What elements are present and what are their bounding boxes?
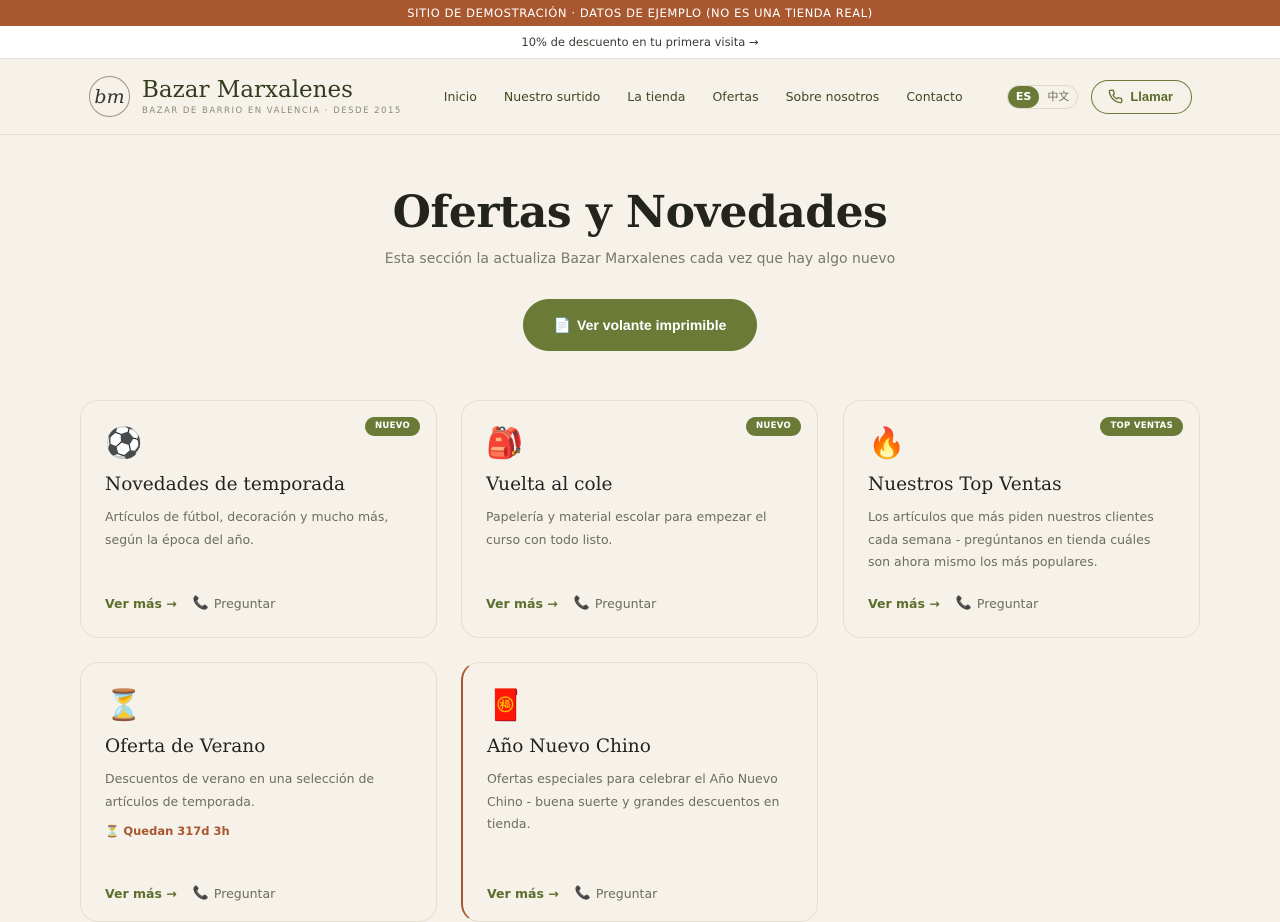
- offer-card-chinese-new-year[interactable]: 🧧 Año Nuevo Chino Ofertas especiales par…: [461, 662, 818, 922]
- phone-icon: 📞: [192, 596, 209, 611]
- phone-icon: 📞: [573, 596, 590, 611]
- ask-button[interactable]: 📞 Preguntar: [575, 886, 658, 901]
- card-actions: Ver más → 📞 Preguntar: [105, 596, 275, 611]
- phone-icon: 📞: [574, 886, 591, 901]
- page-title: Ofertas y Novedades: [392, 187, 888, 238]
- offer-card-top-sales[interactable]: TOP VENTAS 🔥 Nuestros Top Ventas Los art…: [843, 400, 1200, 638]
- ask-label: Preguntar: [976, 596, 1039, 611]
- call-button[interactable]: Llamar: [1091, 79, 1192, 114]
- card-title: Oferta de Verano: [105, 736, 266, 757]
- phone-icon: 📞: [192, 886, 209, 901]
- offer-card-back-to-school[interactable]: NUEVO 🎒 Vuelta al cole Papelería y mater…: [461, 400, 818, 638]
- badge-top-sales: TOP VENTAS: [1100, 417, 1183, 436]
- hourglass-icon: ⏳: [105, 688, 143, 723]
- card-title: Novedades de temporada: [105, 474, 346, 495]
- card-title: Nuestros Top Ventas: [868, 474, 1062, 495]
- see-more-link[interactable]: Ver más →: [105, 886, 177, 901]
- nav-ofertas[interactable]: Ofertas: [712, 89, 758, 104]
- ask-label: Preguntar: [595, 886, 658, 901]
- promo-banner[interactable]: 10% de descuento en tu primera visita →: [0, 26, 1280, 59]
- see-more-link[interactable]: Ver más →: [868, 596, 940, 611]
- demo-banner: SITIO DE DEMOSTRACIÓN · DATOS DE EJEMPLO…: [0, 0, 1280, 26]
- lang-zh[interactable]: 中文: [1039, 86, 1077, 108]
- phone-icon: 📞: [955, 596, 972, 611]
- page-subtitle: Esta sección la actualiza Bazar Marxalen…: [384, 251, 896, 267]
- flyer-label: Ver volante imprimible: [577, 317, 727, 333]
- see-more-link[interactable]: Ver más →: [487, 886, 559, 901]
- logo[interactable]: bm Bazar Marxalenes BAZAR DE BARRIO EN V…: [89, 76, 402, 117]
- card-actions: Ver más → 📞 Preguntar: [105, 886, 275, 901]
- card-description: Papelería y material escolar para empeza…: [486, 509, 767, 547]
- countdown-timer: ⏳ Quedan 317d 3h: [105, 824, 230, 838]
- see-more-link[interactable]: Ver más →: [105, 596, 177, 611]
- nav-inicio[interactable]: Inicio: [444, 89, 477, 104]
- main-nav: Inicio Nuestro surtido La tienda Ofertas…: [444, 89, 963, 104]
- offer-card-season[interactable]: NUEVO ⚽ Novedades de temporada Artículos…: [80, 400, 437, 638]
- offer-card-summer[interactable]: ⏳ Oferta de Verano Descuentos de verano …: [80, 662, 437, 922]
- badge-new: NUEVO: [746, 417, 801, 436]
- lang-es[interactable]: ES: [1007, 85, 1040, 108]
- see-more-link[interactable]: Ver más →: [486, 596, 558, 611]
- printable-flyer-button[interactable]: 📄 Ver volante imprimible: [523, 299, 757, 351]
- card-actions: Ver más → 📞 Preguntar: [486, 596, 656, 611]
- card-actions: Ver más → 📞 Preguntar: [868, 596, 1038, 611]
- store-name: Bazar Marxalenes: [142, 77, 353, 103]
- card-description: Descuentos de verano en una selección de…: [105, 771, 375, 809]
- logo-text: Bazar Marxalenes BAZAR DE BARRIO EN VALE…: [142, 77, 402, 116]
- card-description: Ofertas especiales para celebrar el Año …: [487, 771, 780, 831]
- store-tagline: BAZAR DE BARRIO EN VALENCIA · DESDE 2015: [142, 106, 402, 116]
- language-switcher: ES 中文: [1006, 84, 1079, 109]
- red-envelope-icon: 🧧: [487, 688, 525, 723]
- ask-label: Preguntar: [213, 596, 276, 611]
- card-title: Año Nuevo Chino: [487, 736, 651, 757]
- card-description: Los artículos que más piden nuestros cli…: [868, 509, 1154, 569]
- card-actions: Ver más → 📞 Preguntar: [487, 886, 657, 901]
- nav-tienda[interactable]: La tienda: [627, 89, 685, 104]
- card-title: Vuelta al cole: [486, 474, 613, 495]
- site-header: bm Bazar Marxalenes BAZAR DE BARRIO EN V…: [0, 59, 1280, 135]
- ask-button[interactable]: 📞 Preguntar: [574, 596, 657, 611]
- ask-label: Preguntar: [594, 596, 657, 611]
- ask-button[interactable]: 📞 Preguntar: [193, 886, 276, 901]
- logo-mark: bm: [89, 76, 130, 117]
- document-icon: 📄: [553, 316, 572, 333]
- ask-label: Preguntar: [213, 886, 276, 901]
- nav-sobre-nosotros[interactable]: Sobre nosotros: [786, 89, 880, 104]
- hero: Ofertas y Novedades Esta sección la actu…: [0, 135, 1280, 351]
- ask-button[interactable]: 📞 Preguntar: [193, 596, 276, 611]
- ask-button[interactable]: 📞 Preguntar: [956, 596, 1039, 611]
- badge-new: NUEVO: [365, 417, 420, 436]
- call-label: Llamar: [1130, 89, 1173, 104]
- phone-icon: [1109, 89, 1123, 104]
- nav-surtido[interactable]: Nuestro surtido: [504, 89, 600, 104]
- card-description: Artículos de fútbol, decoración y mucho …: [105, 509, 389, 547]
- nav-contacto[interactable]: Contacto: [906, 89, 962, 104]
